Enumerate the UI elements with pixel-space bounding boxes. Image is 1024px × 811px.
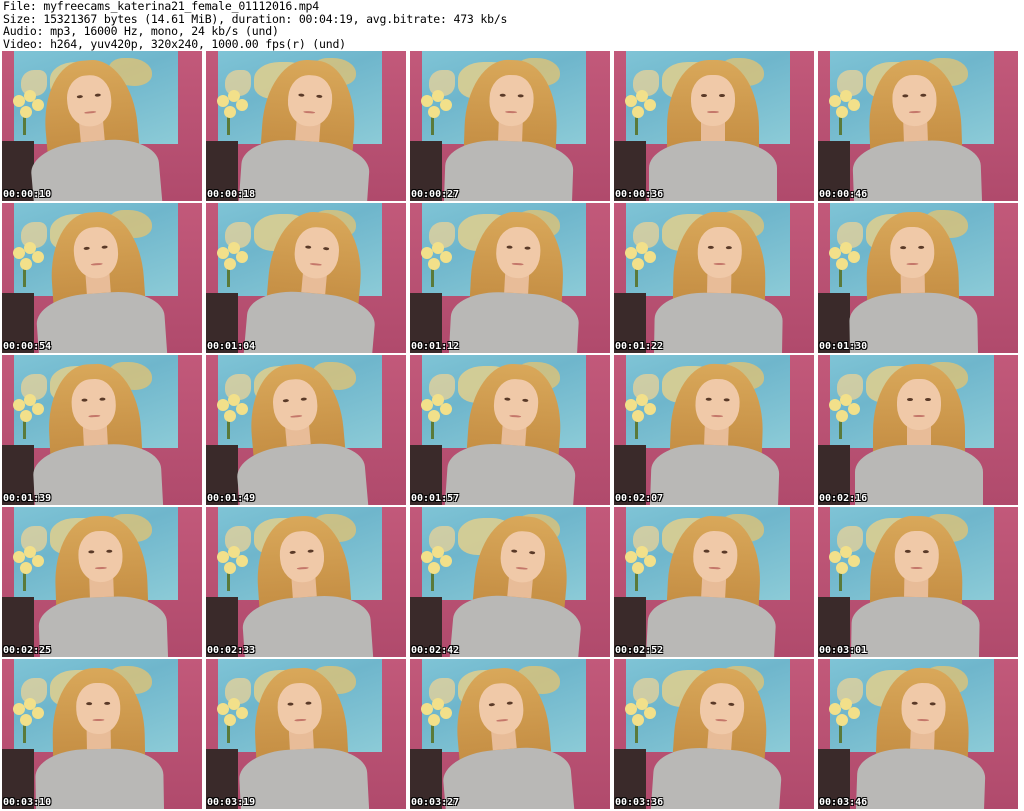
thumbnail-timestamp: 00:00:46 [819,189,868,200]
thumbnail-timestamp: 00:03:10 [3,797,52,808]
person [614,355,814,505]
person [614,51,813,201]
thumbnail-timestamp: 00:00:18 [207,189,256,200]
person [208,203,406,353]
thumbnail-timestamp: 00:02:42 [411,645,460,656]
thumbnail-timestamp: 00:02:07 [615,493,664,504]
video-thumbnail: 00:03:36 [614,659,814,809]
person [618,203,814,353]
thumbnail-timestamp: 00:01:57 [411,493,460,504]
thumbnail-timestamp: 00:00:10 [3,189,52,200]
person [818,507,1018,657]
person [818,203,1014,353]
video-thumbnail: 00:01:12 [410,203,610,353]
video-thumbnail: 00:00:27 [410,51,610,201]
video-thumbnail: 00:01:39 [2,355,202,505]
video-thumbnail: 00:03:01 [818,507,1018,657]
person [2,507,202,657]
thumbnail-timestamp: 00:03:46 [819,797,868,808]
audio-info-line: Audio: mp3, 16000 Hz, mono, 24 kb/s (und… [3,24,279,38]
video-thumbnail: 00:01:30 [818,203,1018,353]
thumbnail-timestamp: 00:01:22 [615,341,664,352]
thumbnail-timestamp: 00:02:52 [615,645,664,656]
video-thumbnail: 00:01:49 [206,355,406,505]
video-thumbnail: 00:03:46 [818,659,1018,809]
video-thumbnail: 00:00:18 [206,51,406,201]
video-thumbnail: 00:00:36 [614,51,814,201]
video-thumbnail: 00:02:33 [206,507,406,657]
video-thumbnail: 00:02:52 [614,507,814,657]
person [206,355,404,505]
person [614,507,814,657]
person [2,355,199,505]
thumbnail-timestamp: 00:01:12 [411,341,460,352]
thumbnail-timestamp: 00:02:16 [819,493,868,504]
person [410,659,610,809]
video-thumbnail: 00:01:04 [206,203,406,353]
person [2,659,200,809]
thumbnail-timestamp: 00:03:01 [819,645,868,656]
person [410,355,610,505]
thumbnail-timestamp: 00:00:54 [3,341,52,352]
thumbnail-timestamp: 00:02:25 [3,645,52,656]
person [615,659,814,809]
thumbnail-timestamp: 00:01:30 [819,341,868,352]
person [818,51,1018,201]
thumbnail-timestamp: 00:01:49 [207,493,256,504]
thumbnail-timestamp: 00:00:27 [411,189,460,200]
person [819,355,1018,505]
person [414,507,610,657]
person [206,507,406,657]
video-thumbnail: 00:02:42 [410,507,610,657]
thumbnail-timestamp: 00:03:27 [411,797,460,808]
thumbnail-timestamp: 00:01:04 [207,341,256,352]
thumbnail-timestamp: 00:03:36 [615,797,664,808]
video-thumbnail: 00:01:57 [410,355,610,505]
person [820,659,1018,809]
thumbnail-timestamp: 00:01:39 [3,493,52,504]
person [206,51,406,201]
thumbnail-timestamp: 00:00:36 [615,189,664,200]
person [2,203,202,353]
file-info-header: File: myfreecams_katerina21_female_01112… [3,0,1021,50]
video-thumbnail: 00:00:46 [818,51,1018,201]
person [206,659,405,809]
video-thumbnail: 00:02:07 [614,355,814,505]
video-thumbnail: 00:03:27 [410,659,610,809]
video-thumbnail: 00:03:10 [2,659,202,809]
video-thumbnail: 00:00:10 [2,51,202,201]
thumbnail-timestamp: 00:03:19 [207,797,256,808]
video-thumbnail: 00:02:16 [818,355,1018,505]
person [410,51,610,201]
video-thumbnail: 00:01:22 [614,203,814,353]
video-thumbnail: 00:03:19 [206,659,406,809]
person [2,51,198,201]
video-thumbnail: 00:02:25 [2,507,202,657]
thumbnail-grid: 00:00:10 00:00:18 00:00:27 00:00:36 00:00:46… [2,51,1022,811]
video-info-line: Video: h264, yuv420p, 320x240, 1000.00 f… [3,36,346,51]
person [413,203,610,353]
thumbnail-timestamp: 00:02:33 [207,645,256,656]
video-thumbnail: 00:00:54 [2,203,202,353]
file-name-line: File: myfreecams_katerina21_female_01112… [3,0,320,13]
